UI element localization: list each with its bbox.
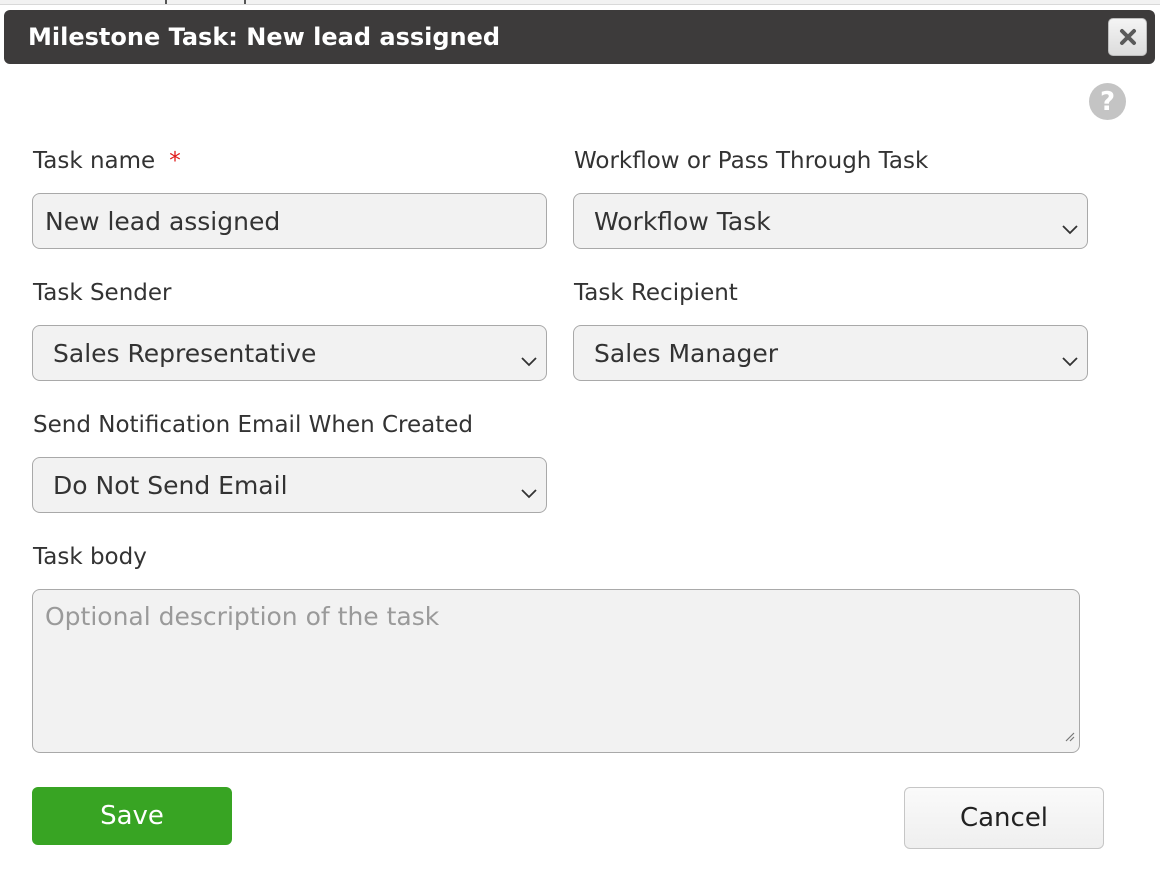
milestone-task-dialog: Milestone Task: New lead assigned ? Task…	[0, 0, 1160, 894]
close-icon	[1118, 27, 1138, 47]
task-recipient-label: Task Recipient	[574, 280, 738, 306]
notification-email-select[interactable]: Do Not Send Email	[32, 457, 547, 513]
task-name-label: Task name	[33, 148, 156, 174]
notification-email-selected: Do Not Send Email	[53, 470, 288, 500]
help-icon[interactable]: ?	[1089, 83, 1126, 120]
task-sender-selected: Sales Representative	[53, 338, 317, 368]
task-body-label: Task body	[33, 544, 147, 570]
task-type-selected: Workflow Task	[594, 206, 771, 236]
close-button[interactable]	[1108, 18, 1147, 56]
task-name-value: New lead assigned	[45, 206, 281, 236]
task-sender-label: Task Sender	[33, 280, 172, 306]
chevron-down-icon	[1061, 346, 1079, 375]
cancel-button[interactable]: Cancel	[904, 787, 1104, 849]
tab-divider	[165, 0, 167, 4]
resize-handle-icon[interactable]	[1063, 719, 1075, 748]
notification-email-label: Send Notification Email When Created	[33, 412, 474, 438]
task-body-textarea[interactable]: Optional description of the task	[32, 589, 1080, 753]
task-sender-select[interactable]: Sales Representative	[32, 325, 547, 381]
dialog-title: Milestone Task: New lead assigned	[28, 23, 501, 51]
task-body-placeholder: Optional description of the task	[45, 602, 440, 631]
task-type-label: Workflow or Pass Through Task	[574, 148, 929, 174]
required-indicator: *	[169, 148, 181, 174]
help-glyph: ?	[1099, 86, 1116, 117]
task-name-label-row: Task name *	[33, 148, 181, 174]
task-name-input[interactable]: New lead assigned	[32, 193, 547, 249]
task-type-select[interactable]: Workflow Task	[573, 193, 1088, 249]
chevron-down-icon	[1061, 214, 1079, 243]
chevron-down-icon	[520, 346, 538, 375]
dialog-titlebar: Milestone Task: New lead assigned	[4, 10, 1155, 64]
chevron-down-icon	[520, 478, 538, 507]
save-button[interactable]: Save	[32, 787, 232, 845]
window-top-edge	[0, 0, 1160, 5]
task-recipient-select[interactable]: Sales Manager	[573, 325, 1088, 381]
tab-divider	[244, 0, 246, 4]
task-recipient-selected: Sales Manager	[594, 338, 779, 368]
